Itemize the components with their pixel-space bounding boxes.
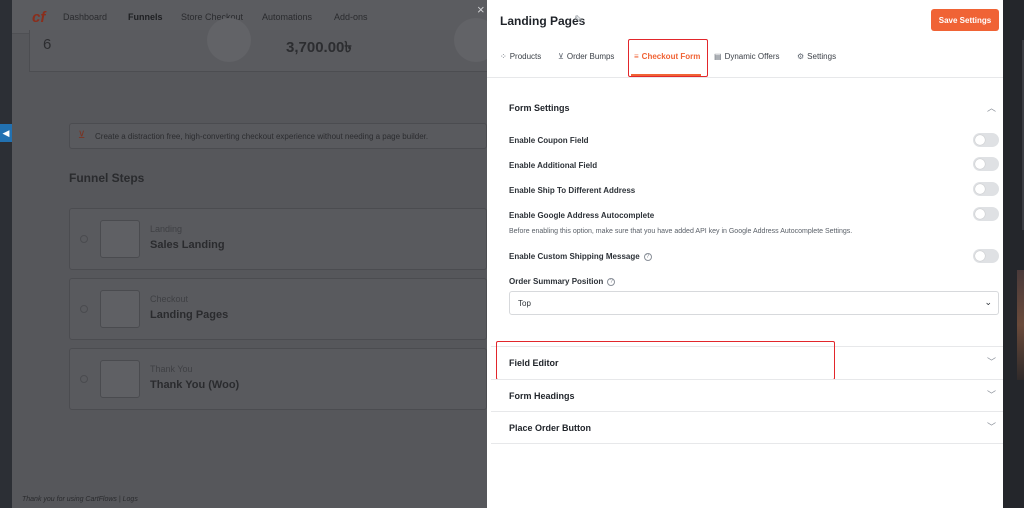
- bg-info-banner: ⊻ Create a distraction free, high-conver…: [69, 123, 487, 149]
- cart-icon: ⊻: [78, 130, 86, 141]
- google-autocomplete-label: Enable Google Address Autocomplete: [509, 211, 655, 220]
- chevron-up-icon[interactable]: ︿: [987, 101, 996, 114]
- chevron-down-icon: ⌄: [984, 297, 992, 307]
- step-type: Thank You: [150, 364, 193, 374]
- highlight-box-checkout-form: [628, 39, 708, 77]
- drag-handle-icon[interactable]: [80, 235, 88, 243]
- bg-stat-orders: 6: [43, 36, 52, 53]
- settings-panel: Landing Pages ✎ Save Settings ⁘ Products …: [487, 0, 1003, 508]
- shipping-message-label: Enable Custom Shipping Message?: [509, 252, 652, 261]
- tab-settings[interactable]: ⚙ Settings: [797, 52, 836, 61]
- coupon-field-toggle[interactable]: [973, 133, 999, 147]
- help-icon[interactable]: ?: [607, 277, 616, 286]
- products-icon: ⁘: [500, 52, 507, 61]
- bg-step-card[interactable]: Checkout Landing Pages: [69, 278, 487, 340]
- tab-label: Order Bumps: [566, 52, 615, 61]
- order-summary-label: Order Summary Position?: [509, 277, 616, 286]
- step-name[interactable]: Thank You (Woo): [150, 379, 239, 391]
- cartflows-logo: cf: [32, 9, 46, 26]
- step-thumbnail: [100, 290, 140, 328]
- background-image-slice: [1017, 270, 1024, 380]
- page-title: Landing Pages: [500, 14, 586, 28]
- step-name[interactable]: Sales Landing: [150, 239, 225, 251]
- tab-label: Products: [509, 52, 542, 61]
- step-thumbnail: [100, 360, 140, 398]
- dollar-icon: [454, 18, 487, 62]
- bg-nav-automations[interactable]: Automations: [262, 12, 312, 22]
- collapse-arrow-icon[interactable]: ◀: [0, 124, 12, 142]
- bg-banner-text: Create a distraction free, high-converti…: [95, 132, 429, 141]
- autocomplete-note: Before enabling this option, make sure t…: [509, 228, 853, 235]
- help-icon[interactable]: ?: [643, 252, 652, 261]
- background-app: cf Dashboard Funnels Store Checkout Auto…: [12, 0, 487, 508]
- tab-order-bumps[interactable]: ⊻ Order Bumps: [558, 52, 614, 61]
- gear-icon: ⚙: [797, 52, 805, 61]
- drag-handle-icon[interactable]: [80, 375, 88, 383]
- bg-stat-revenue: 3,700.00৳: [286, 39, 352, 56]
- tab-products[interactable]: ⁘ Products: [500, 52, 541, 61]
- shipping-message-text: Enable Custom Shipping Message: [509, 252, 640, 261]
- form-settings-title[interactable]: Form Settings: [509, 103, 570, 113]
- step-name[interactable]: Landing Pages: [150, 309, 228, 321]
- place-order-button-accordion[interactable]: Place Order Button ﹀: [491, 411, 1003, 443]
- panel-header: Landing Pages ✎ Save Settings ⁘ Products …: [487, 0, 1003, 78]
- step-thumbnail: [100, 220, 140, 258]
- chevron-down-icon: ﹀: [987, 357, 997, 367]
- ship-different-toggle[interactable]: [973, 182, 999, 196]
- tab-label: Dynamic Offers: [724, 52, 780, 61]
- bg-step-card[interactable]: Landing Sales Landing: [69, 208, 487, 270]
- chevron-down-icon: ﹀: [987, 390, 997, 400]
- bg-stats-row: 6 3,700.00৳: [29, 18, 487, 72]
- close-icon[interactable]: ×: [477, 2, 485, 17]
- order-summary-select[interactable]: Top ⌄: [509, 291, 999, 315]
- bg-top-nav: cf Dashboard Funnels Store Checkout Auto…: [12, 0, 487, 34]
- right-dark-area: [1003, 0, 1024, 508]
- highlight-box-field-editor: [496, 341, 835, 380]
- additional-field-label: Enable Additional Field: [509, 161, 598, 170]
- place-order-title: Place Order Button: [509, 423, 592, 433]
- tab-dynamic-offers[interactable]: ▤ Dynamic Offers: [714, 52, 780, 61]
- order-summary-text: Order Summary Position: [509, 277, 604, 286]
- save-settings-button[interactable]: Save Settings: [931, 9, 999, 31]
- bg-nav-addons[interactable]: Add-ons: [334, 12, 368, 22]
- order-summary-value: Top: [518, 299, 531, 308]
- google-autocomplete-toggle[interactable]: [973, 207, 999, 221]
- edit-icon[interactable]: ✎: [574, 13, 583, 26]
- bg-nav-funnels[interactable]: Funnels: [128, 12, 163, 22]
- database-icon: ▤: [714, 52, 722, 61]
- step-type: Landing: [150, 224, 183, 234]
- step-type: Checkout: [150, 294, 189, 304]
- divider: [491, 443, 1003, 444]
- chevron-down-icon: ﹀: [987, 422, 997, 432]
- additional-field-toggle[interactable]: [973, 157, 999, 171]
- drag-handle-icon[interactable]: [80, 305, 88, 313]
- ship-different-label: Enable Ship To Different Address: [509, 186, 636, 195]
- bg-funnel-steps-title: Funnel Steps: [69, 171, 145, 185]
- shipping-message-toggle[interactable]: [973, 249, 999, 263]
- cart-icon: ⊻: [558, 52, 564, 61]
- coupon-field-label: Enable Coupon Field: [509, 136, 589, 145]
- tab-label: Settings: [807, 52, 837, 61]
- left-admin-strip: ◀: [0, 0, 12, 508]
- form-headings-accordion[interactable]: Form Headings ﹀: [491, 379, 1003, 411]
- bg-step-card[interactable]: Thank You Thank You (Woo): [69, 348, 487, 410]
- bg-footer-text: Thank you for using CartFlows | Logs: [22, 496, 138, 503]
- cart-icon: [207, 18, 251, 62]
- bg-nav-dashboard[interactable]: Dashboard: [63, 12, 107, 22]
- form-headings-title: Form Headings: [509, 391, 575, 401]
